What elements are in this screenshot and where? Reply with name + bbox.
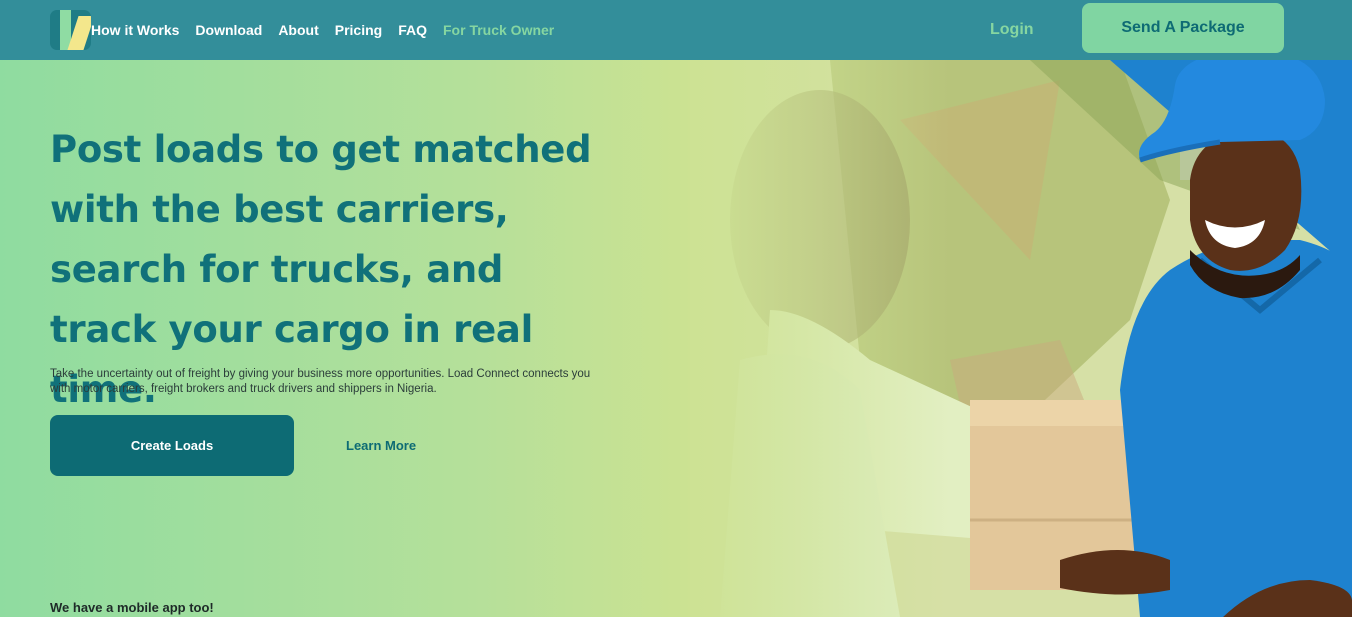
nav-pricing[interactable]: Pricing [335,22,382,38]
create-loads-button[interactable]: Create Loads [50,415,294,476]
top-navbar: How it Works Download About Pricing FAQ … [0,0,1352,60]
send-package-button[interactable]: Send A Package [1082,3,1284,53]
logo-icon[interactable] [50,10,91,50]
nav-how-it-works[interactable]: How it Works [91,22,179,38]
main-nav: How it Works Download About Pricing FAQ … [91,0,570,60]
nav-for-truck-owner[interactable]: For Truck Owner [443,22,554,38]
learn-more-link[interactable]: Learn More [346,415,416,476]
nav-about[interactable]: About [278,22,318,38]
hero-subtext: Take the uncertainty out of freight by g… [50,368,591,395]
photo-gradient-overlay [690,60,950,617]
nav-faq[interactable]: FAQ [398,22,427,38]
hero-section: Post loads to get matched with the best … [0,60,1352,617]
nav-download[interactable]: Download [195,22,262,38]
login-link[interactable]: Login [990,0,1034,60]
mobile-app-note: We have a mobile app too! [50,600,214,615]
